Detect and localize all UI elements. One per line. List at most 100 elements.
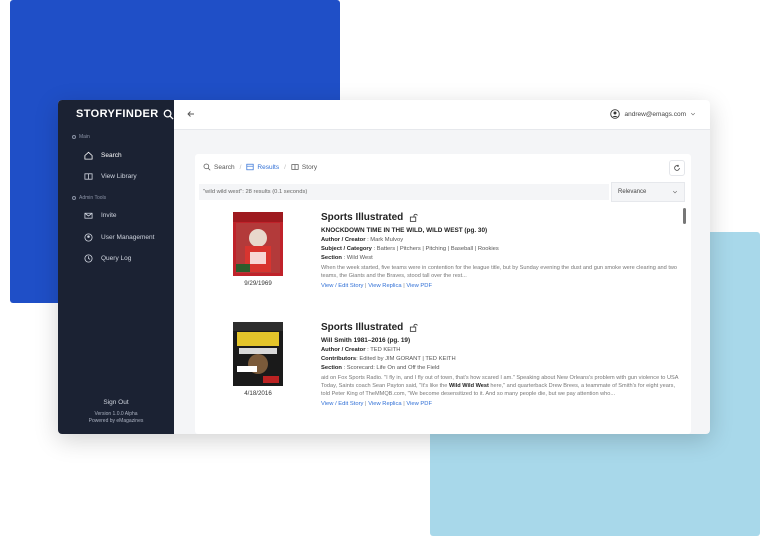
breadcrumb-results[interactable]: Results <box>246 163 279 171</box>
search-icon <box>163 109 174 120</box>
chevron-down-icon <box>690 112 696 116</box>
section-dot-icon <box>72 196 76 200</box>
link-separator: | <box>403 401 405 407</box>
search-summary: "wild wild west": 28 results (0.1 second… <box>199 184 609 200</box>
sort-selected-value: Relevance <box>618 189 647 195</box>
sidebar-item-search[interactable]: Search <box>84 151 122 160</box>
excerpt-highlight: Wild Wild West <box>448 383 489 389</box>
brand-logo[interactable]: STORYFINDER <box>76 108 174 120</box>
section-label: Section <box>321 255 342 261</box>
sidebar: STORYFINDER Main Search View Library Adm… <box>58 100 174 434</box>
results-panel: Search / Results / Story "wild wild west… <box>195 154 691 434</box>
author-value: Mark Mulvoy <box>370 237 404 243</box>
story-excerpt: aid on Fox Sports Radio. "I fly in, and … <box>321 374 683 398</box>
story-excerpt: When the week started, five teams were i… <box>321 265 678 279</box>
sidebar-item-label: View Library <box>101 173 137 180</box>
link-separator: | <box>365 283 367 289</box>
view-pdf-link[interactable]: View PDF <box>406 283 432 289</box>
view-pdf-link[interactable]: View PDF <box>406 401 432 407</box>
section-label: Section <box>321 365 342 371</box>
magazine-name[interactable]: Sports Illustrated <box>321 322 403 333</box>
sidebar-item-user-management[interactable]: User Management <box>84 233 154 242</box>
section-label-admin: Admin Tools <box>72 195 106 201</box>
section-line: Section : Wild West <box>321 255 373 261</box>
magazine-cover-thumbnail[interactable] <box>233 322 283 386</box>
section-line: Section : Scorecard: Life On and Off the… <box>321 365 440 371</box>
result-links: View / Edit Story | View Replica | View … <box>321 283 683 289</box>
mail-icon <box>84 212 93 219</box>
contributors-line: Contributors: Edited by JIM GORANT | TED… <box>321 356 456 362</box>
story-title: Will Smith 1981–2016 (pg. 19) <box>321 337 411 344</box>
sidebar-item-label: Query Log <box>101 255 132 262</box>
book-icon <box>291 164 299 170</box>
contributors-value: Edited by JIM GORANT | TED KEITH <box>359 356 456 362</box>
book-icon <box>84 173 93 180</box>
breadcrumb-label: Results <box>257 163 280 171</box>
view-replica-link[interactable]: View Replica <box>368 283 401 289</box>
breadcrumb-separator: / <box>239 163 242 171</box>
section-value: Scorecard: Life On and Off the Field <box>346 365 440 371</box>
sign-out-link[interactable]: Sign Out <box>58 399 174 406</box>
magazine-name[interactable]: Sports Illustrated <box>321 212 403 223</box>
author-value: TED KEITH <box>370 347 401 353</box>
list-icon <box>246 163 254 171</box>
result-date: 4/18/2016 <box>244 390 272 397</box>
sidebar-item-invite[interactable]: Invite <box>84 211 117 220</box>
app-window: STORYFINDER Main Search View Library Adm… <box>58 100 710 434</box>
subject-value: Batters | Pitchers | Pitching | Baseball… <box>376 246 499 252</box>
view-replica-link[interactable]: View Replica <box>368 401 401 407</box>
user-avatar-icon <box>610 109 621 119</box>
section-value: Wild West <box>346 255 373 261</box>
result-date: 9/29/1969 <box>244 280 272 287</box>
sidebar-item-label: Invite <box>101 212 117 219</box>
version-text: Version 1.0.0 Alpha <box>94 411 138 417</box>
brand-name: STORYFINDER <box>76 108 159 120</box>
result-links: View / Edit Story | View Replica | View … <box>321 401 683 407</box>
sidebar-item-label: Search <box>101 152 122 159</box>
result-info: Sports Illustrated KNOCKDOWN TIME IN THE… <box>321 212 683 289</box>
refresh-button[interactable] <box>669 160 685 176</box>
unlock-icon[interactable] <box>409 213 419 222</box>
breadcrumb: Search / Results / Story <box>203 163 317 171</box>
result-title: Sports Illustrated <box>321 322 683 333</box>
version-info: Version 1.0.0 Alpha Powered by eMagazine… <box>58 411 174 425</box>
section-label-text: Main <box>79 134 90 140</box>
user-email: andrew@emags.com <box>624 110 686 118</box>
section-label-main: Main <box>72 134 90 140</box>
link-separator: | <box>403 283 405 289</box>
unlock-icon[interactable] <box>409 323 419 332</box>
breadcrumb-separator: / <box>284 163 286 171</box>
sort-select[interactable]: Relevance <box>611 182 685 202</box>
home-icon <box>84 151 93 160</box>
view-edit-story-link[interactable]: View / Edit Story <box>321 283 363 289</box>
view-edit-story-link[interactable]: View / Edit Story <box>321 401 363 407</box>
section-dot-icon <box>72 135 76 139</box>
story-title: KNOCKDOWN TIME IN THE WILD, WILD WEST (p… <box>321 227 488 234</box>
breadcrumb-story[interactable]: Story <box>291 163 317 171</box>
user-menu[interactable]: andrew@emags.com <box>610 109 696 119</box>
sidebar-item-view-library[interactable]: View Library <box>84 172 137 181</box>
contributors-label: Contributors <box>321 356 357 362</box>
breadcrumb-label: Search <box>214 163 235 171</box>
subject-label: Subject / Category <box>321 246 372 252</box>
author-line: Author / Creator : TED KEITH <box>321 347 401 353</box>
sidebar-item-label: User Management <box>101 234 155 241</box>
author-label: Author / Creator <box>321 347 366 353</box>
result-info: Sports Illustrated Will Smith 1981–2016 … <box>321 322 683 407</box>
scrollbar-thumb[interactable] <box>683 208 686 224</box>
link-separator: | <box>365 401 367 407</box>
clock-icon <box>84 254 93 263</box>
refresh-icon <box>674 164 680 171</box>
magazine-cover-thumbnail[interactable] <box>233 212 283 276</box>
back-arrow-icon[interactable] <box>186 109 196 119</box>
author-label: Author / Creator <box>321 237 366 243</box>
section-label-text: Admin Tools <box>79 195 107 201</box>
chevron-down-icon <box>672 190 678 194</box>
sidebar-item-query-log[interactable]: Query Log <box>84 254 131 263</box>
breadcrumb-search[interactable]: Search <box>203 163 235 171</box>
user-icon <box>84 233 93 242</box>
search-icon <box>203 163 211 171</box>
breadcrumb-label: Story <box>301 163 318 171</box>
author-line: Author / Creator : Mark Mulvoy <box>321 237 404 243</box>
result-title: Sports Illustrated <box>321 212 683 223</box>
